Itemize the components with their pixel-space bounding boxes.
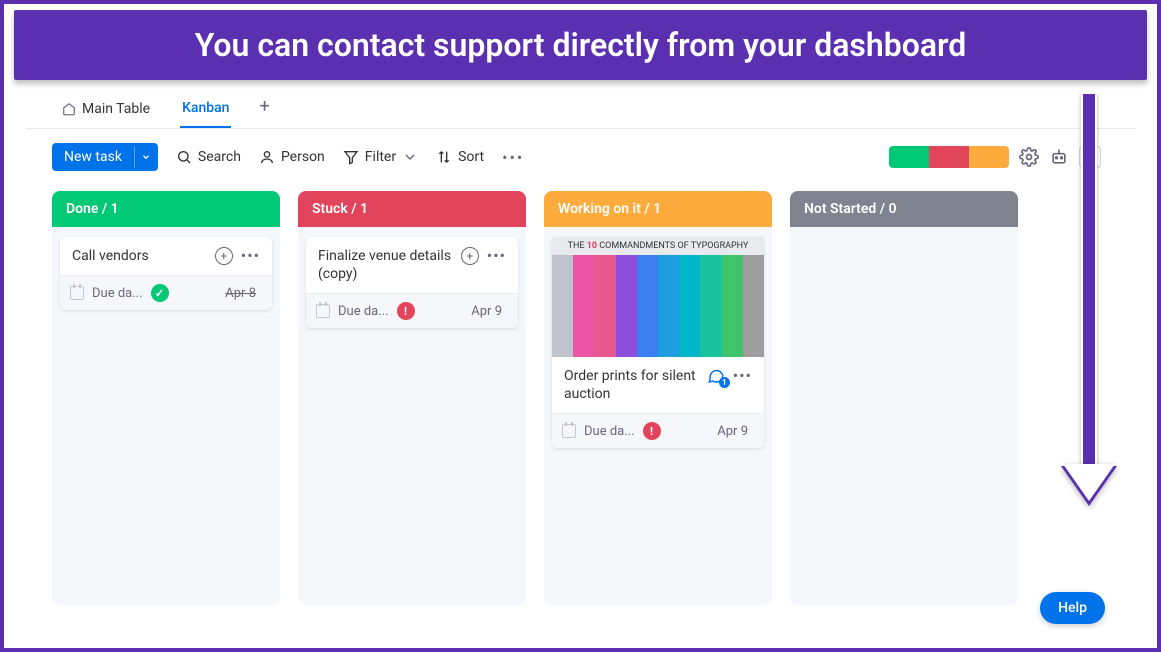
toolbar: New task Search Person Filter Sort [26, 129, 1135, 185]
column-header-label: Working on it / 1 [558, 201, 661, 217]
filter-button[interactable]: Filter [343, 149, 418, 165]
filter-icon [343, 149, 359, 165]
calendar-icon [70, 286, 84, 300]
tab-main-table[interactable]: Main Table [60, 93, 152, 127]
card-date: Apr 9 [717, 424, 748, 439]
tab-kanban[interactable]: Kanban [180, 92, 231, 128]
calendar-icon [316, 304, 330, 318]
kanban-columns: Done / 1 Call vendors + ••• Due [26, 185, 1135, 615]
column-header-label: Done / 1 [66, 201, 119, 217]
new-task-label: New task [64, 149, 122, 165]
robot-icon[interactable] [1049, 147, 1069, 167]
tab-label: Main Table [82, 101, 150, 117]
help-button[interactable]: Help [1040, 592, 1105, 624]
search-button[interactable]: Search [176, 149, 241, 165]
card-title: Order prints for silent auction [564, 367, 699, 403]
toolbar-right [889, 146, 1101, 168]
settings-icon[interactable] [1019, 147, 1039, 167]
column-header-stuck[interactable]: Stuck / 1 [298, 191, 526, 227]
status-segment-stuck [929, 146, 969, 168]
new-task-dropdown[interactable] [134, 146, 158, 168]
person-label: Person [281, 149, 325, 165]
kanban-board: Main Table Kanban + New task Search Pers… [26, 90, 1135, 638]
thumbnail-graphic [552, 255, 764, 357]
card-more-button[interactable]: ••• [241, 248, 260, 264]
status-overdue-icon: ! [643, 422, 661, 440]
card-date: Apr 8 [225, 286, 256, 301]
sort-icon [436, 149, 452, 165]
calendar-icon [562, 424, 576, 438]
column-header-not-started[interactable]: Not Started / 0 [790, 191, 1018, 227]
toolbar-more-button[interactable]: ••• [502, 148, 524, 167]
thumbnail-title: THE 10 COMMANDMENTS OF TYPOGRAPHY [552, 237, 764, 255]
status-done-icon: ✓ [151, 284, 169, 302]
banner-text: You can contact support directly from yo… [195, 26, 967, 64]
add-subitem-button[interactable]: + [461, 247, 479, 265]
comments-icon[interactable]: 1 [707, 367, 725, 385]
column-header-done[interactable]: Done / 1 [52, 191, 280, 227]
card-footer: Due da... ! Apr 9 [552, 413, 764, 448]
home-icon [62, 102, 76, 116]
due-date-label: Due da... [92, 286, 143, 301]
instruction-banner: You can contact support directly from yo… [14, 10, 1147, 80]
column-stuck: Stuck / 1 Finalize venue details (copy) … [298, 191, 526, 605]
status-segment-done [889, 146, 929, 168]
sort-button[interactable]: Sort [436, 149, 484, 165]
card-footer: Due da... ✓ Apr 8 [60, 275, 272, 310]
column-done: Done / 1 Call vendors + ••• Due [52, 191, 280, 605]
chevron-down-icon [402, 149, 418, 165]
card-date: Apr 9 [471, 304, 502, 319]
card-more-button[interactable]: ••• [733, 368, 752, 384]
status-segment-working [969, 146, 1009, 168]
card-order-prints[interactable]: THE 10 COMMANDMENTS OF TYPOGRAPHY Order … [552, 237, 764, 448]
help-label: Help [1058, 600, 1087, 616]
card-title: Call vendors [72, 247, 149, 265]
sort-label: Sort [458, 149, 484, 165]
view-tabs: Main Table Kanban + [26, 90, 1135, 129]
column-header-label: Not Started / 0 [804, 201, 897, 217]
column-header-label: Stuck / 1 [312, 201, 368, 217]
chevron-down-icon [141, 152, 151, 162]
add-subitem-button[interactable]: + [215, 247, 233, 265]
column-header-working[interactable]: Working on it / 1 [544, 191, 772, 227]
person-icon [259, 149, 275, 165]
card-call-vendors[interactable]: Call vendors + ••• Due da... ✓ Apr 8 [60, 237, 272, 310]
person-filter-button[interactable]: Person [259, 149, 325, 165]
due-date-label: Due da... [584, 424, 635, 439]
new-task-button[interactable]: New task [52, 143, 134, 171]
new-task-button-group: New task [52, 143, 158, 171]
card-finalize-venue[interactable]: Finalize venue details (copy) + ••• Due … [306, 237, 518, 328]
search-label: Search [198, 149, 241, 165]
filter-label: Filter [365, 149, 396, 165]
collapse-button[interactable] [1079, 146, 1101, 168]
comment-count-badge: 1 [719, 377, 730, 388]
add-view-button[interactable]: + [259, 96, 269, 125]
due-date-label: Due da... [338, 304, 389, 319]
card-thumbnail: THE 10 COMMANDMENTS OF TYPOGRAPHY [552, 237, 764, 357]
card-more-button[interactable]: ••• [487, 248, 506, 264]
tab-label: Kanban [182, 100, 229, 116]
card-footer: Due da... ! Apr 9 [306, 293, 518, 328]
status-overdue-icon: ! [397, 302, 415, 320]
column-working: Working on it / 1 THE 10 COMMANDMENTS OF… [544, 191, 772, 605]
status-summary-pill[interactable] [889, 146, 1009, 168]
chevron-up-icon [1085, 152, 1095, 162]
column-not-started: Not Started / 0 [790, 191, 1018, 605]
card-title: Finalize venue details (copy) [318, 247, 453, 283]
search-icon [176, 149, 192, 165]
